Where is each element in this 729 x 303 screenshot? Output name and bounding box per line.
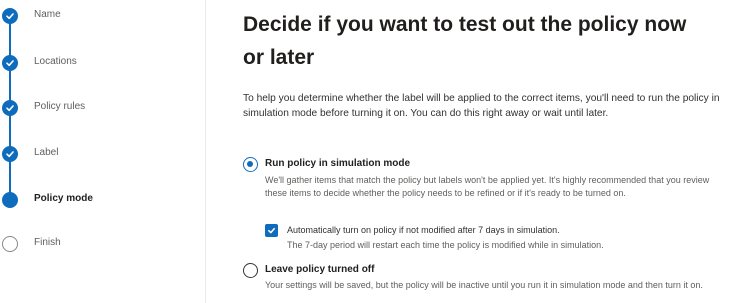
step-label: Finish: [34, 237, 61, 248]
step-label: Label: [34, 147, 59, 158]
step-label: Name: [34, 9, 61, 20]
page-title: Decide if you want to test out the polic…: [243, 13, 687, 69]
auto-turn-on-note: The 7-day period will restart each time …: [287, 240, 604, 250]
empty-circle-icon: [2, 236, 18, 252]
current-step-dot-icon: [2, 192, 18, 208]
option-title: Run policy in simulation mode: [265, 158, 411, 169]
checkmark-icon: [2, 146, 18, 162]
auto-turn-on-checkbox[interactable]: [265, 224, 278, 237]
checkmark-icon: [2, 55, 18, 71]
step-label: Locations: [34, 56, 77, 67]
wizard-stepper: Name Locations Policy rules Label Policy…: [0, 0, 206, 303]
option-title: Leave policy turned off: [265, 264, 375, 275]
intro-text: To help you determine whether the label …: [243, 93, 720, 119]
checkmark-icon: [2, 8, 18, 24]
step-label: Policy rules: [34, 101, 86, 112]
option-description: Your settings will be saved, but the pol…: [265, 280, 703, 290]
checkmark-icon: [2, 100, 18, 116]
radio-leave-off[interactable]: [243, 263, 258, 278]
option-description: We'll gather items that match the policy…: [265, 175, 710, 198]
checkmark-icon: [268, 227, 275, 234]
radio-run-simulation[interactable]: [243, 157, 258, 172]
auto-turn-on-label: Automatically turn on policy if not modi…: [287, 225, 560, 235]
step-label: Policy mode: [34, 193, 93, 204]
